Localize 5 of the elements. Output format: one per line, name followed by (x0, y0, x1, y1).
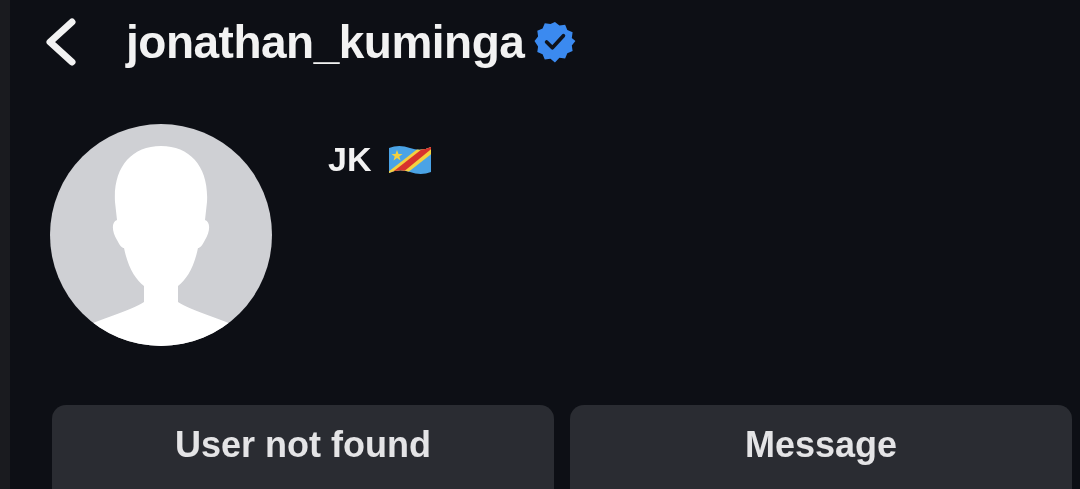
display-name: JK (328, 140, 372, 179)
username: jonathan_kuminga (126, 15, 525, 69)
avatar-silhouette-icon (50, 124, 272, 346)
status-button[interactable]: User not found (52, 405, 554, 489)
message-button[interactable]: Message (570, 405, 1072, 489)
